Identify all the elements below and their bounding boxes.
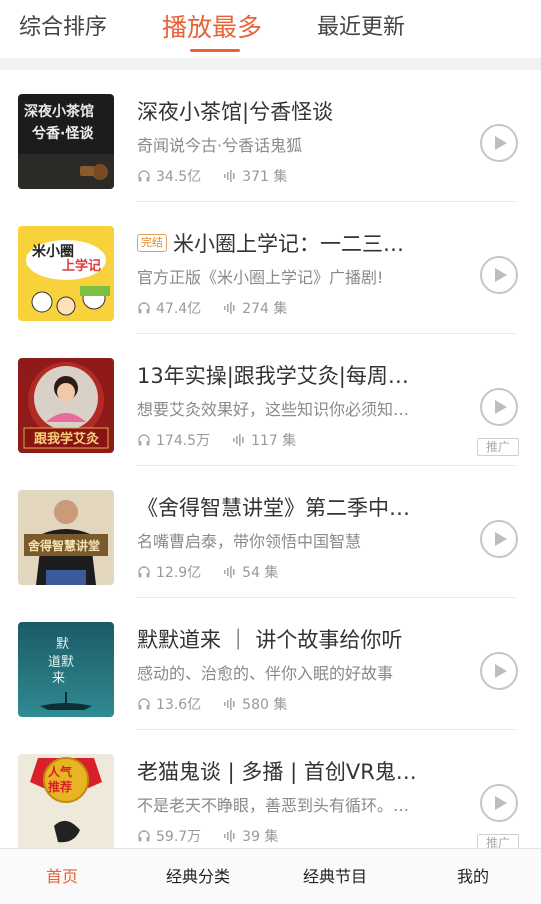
list-item[interactable]: 深夜小茶馆 兮香·怪谈 深夜小茶馆|兮香怪谈 奇闻说今古·兮香话鬼狐 34.5亿… [0, 70, 541, 202]
item-title: 老猫鬼谈 | 多播 | 首创VR鬼… [137, 760, 417, 784]
item-subtitle: 名嘴曹启泰，带你领悟中国智慧 [137, 532, 362, 551]
audio-wave-icon [223, 169, 237, 183]
audio-wave-icon [223, 301, 237, 315]
headphones-icon [137, 565, 151, 579]
headphones-icon [137, 301, 151, 315]
list-item[interactable]: 默 道默 来 默默道来 ｜ 讲个故事给你听 感动的、治愈的、伴你入眠的好故事 1… [0, 598, 541, 730]
finished-badge: 完结 [137, 234, 167, 252]
svg-text:米小圈: 米小圈 [32, 243, 74, 260]
svg-text:上学记: 上学记 [62, 258, 101, 274]
nav-classic-categories[interactable]: 经典分类 [166, 849, 230, 904]
svg-text:默: 默 [56, 636, 69, 652]
play-icon [495, 532, 507, 546]
active-tab-indicator [190, 49, 240, 52]
ad-tag: 推广 [477, 834, 519, 848]
play-button[interactable] [480, 784, 518, 822]
item-subtitle: 不是老天不睁眼，善恶到头有循环。… [137, 796, 410, 815]
program-list[interactable]: 深夜小茶馆 兮香·怪谈 深夜小茶馆|兮香怪谈 奇闻说今古·兮香话鬼狐 34.5亿… [0, 70, 541, 848]
item-subtitle: 官方正版《米小圈上学记》广播剧! [137, 268, 384, 287]
play-count: 13.6亿 [156, 697, 202, 713]
headphones-icon [137, 169, 151, 183]
play-button[interactable] [480, 256, 518, 294]
item-meta: 12.9亿 54 集 [137, 561, 278, 583]
item-title: 默默道来 ｜ 讲个故事给你听 [137, 628, 403, 652]
tab-most-played[interactable]: 播放最多 [162, 10, 262, 46]
cover-image: 人气 推荐 [18, 754, 114, 848]
audio-wave-icon [232, 433, 246, 447]
svg-text:深夜小茶馆: 深夜小茶馆 [24, 103, 94, 120]
play-count: 34.5亿 [156, 169, 202, 185]
play-count: 59.7万 [156, 829, 202, 845]
cover-image: 米小圈 上学记 [18, 226, 114, 321]
svg-text:兮香·怪谈: 兮香·怪谈 [31, 125, 94, 142]
cover-image: 跟我学艾灸 [18, 358, 114, 453]
play-button[interactable] [480, 388, 518, 426]
ad-tag: 推广 [477, 438, 519, 456]
nav-home[interactable]: 首页 [46, 849, 78, 904]
item-subtitle: 感动的、治愈的、伴你入眠的好故事 [137, 664, 394, 683]
svg-text:舍得智慧讲堂: 舍得智慧讲堂 [28, 538, 100, 553]
audio-wave-icon [223, 829, 237, 843]
episode-count: 117 集 [251, 433, 297, 449]
svg-text:推荐: 推荐 [48, 779, 72, 794]
headphones-icon [137, 829, 151, 843]
play-count: 174.5万 [156, 433, 211, 449]
episode-count: 54 集 [242, 565, 279, 581]
play-icon [495, 796, 507, 810]
item-title: 《舍得智慧讲堂》第二季中… [137, 496, 410, 520]
cover-image: 深夜小茶馆 兮香·怪谈 [18, 94, 114, 189]
tab-comprehensive[interactable]: 综合排序 [19, 10, 107, 46]
list-item[interactable]: 人气 推荐 老猫鬼谈 | 多播 | 首创VR鬼… 不是老天不睁眼，善恶到头有循环… [0, 730, 541, 848]
item-meta: 174.5万 117 集 [137, 429, 296, 451]
svg-text:跟我学艾灸: 跟我学艾灸 [34, 431, 99, 447]
sort-tabs: 综合排序 播放最多 最近更新 [0, 0, 541, 58]
tabs-separator [0, 58, 541, 70]
item-subtitle: 想要艾灸效果好，这些知识你必须知… [137, 400, 410, 419]
episode-count: 371 集 [242, 169, 288, 185]
audio-wave-icon [223, 565, 237, 579]
play-icon [495, 136, 507, 150]
item-title: 深夜小茶馆|兮香怪谈 [137, 100, 334, 124]
bottom-nav: 首页 经典分类 经典节目 我的 [0, 848, 541, 904]
play-button[interactable] [480, 124, 518, 162]
play-count: 12.9亿 [156, 565, 202, 581]
episode-count: 39 集 [242, 829, 279, 845]
item-title: 米小圈上学记：一二三… [173, 232, 404, 256]
item-meta: 34.5亿 371 集 [137, 165, 287, 187]
svg-text:人气: 人气 [48, 764, 72, 779]
item-title: 13年实操|跟我学艾灸|每周… [137, 364, 409, 388]
item-meta: 59.7万 39 集 [137, 825, 278, 847]
play-icon [495, 664, 507, 678]
play-button[interactable] [480, 520, 518, 558]
play-button[interactable] [480, 652, 518, 690]
item-meta: 47.4亿 274 集 [137, 297, 287, 319]
play-count: 47.4亿 [156, 301, 202, 317]
headphones-icon [137, 697, 151, 711]
list-item[interactable]: 米小圈 上学记 完结 米小圈上学记：一二三… 官方正版《米小圈上学记》广播剧! … [0, 202, 541, 334]
episode-count: 274 集 [242, 301, 288, 317]
svg-text:道默: 道默 [48, 654, 74, 670]
cover-image: 舍得智慧讲堂 [18, 490, 114, 585]
item-meta: 13.6亿 580 集 [137, 693, 287, 715]
episode-count: 580 集 [242, 697, 288, 713]
list-item[interactable]: 跟我学艾灸 13年实操|跟我学艾灸|每周… 想要艾灸效果好，这些知识你必须知… … [0, 334, 541, 466]
play-icon [495, 400, 507, 414]
svg-text:来: 来 [52, 671, 65, 686]
tab-recently-updated[interactable]: 最近更新 [317, 10, 405, 46]
list-item[interactable]: 舍得智慧讲堂 《舍得智慧讲堂》第二季中… 名嘴曹启泰，带你领悟中国智慧 12.9… [0, 466, 541, 598]
audio-wave-icon [223, 697, 237, 711]
nav-mine[interactable]: 我的 [457, 849, 489, 904]
nav-classic-programs[interactable]: 经典节目 [303, 849, 367, 904]
cover-image: 默 道默 来 [18, 622, 114, 717]
item-subtitle: 奇闻说今古·兮香话鬼狐 [137, 136, 303, 155]
play-icon [495, 268, 507, 282]
headphones-icon [137, 433, 151, 447]
